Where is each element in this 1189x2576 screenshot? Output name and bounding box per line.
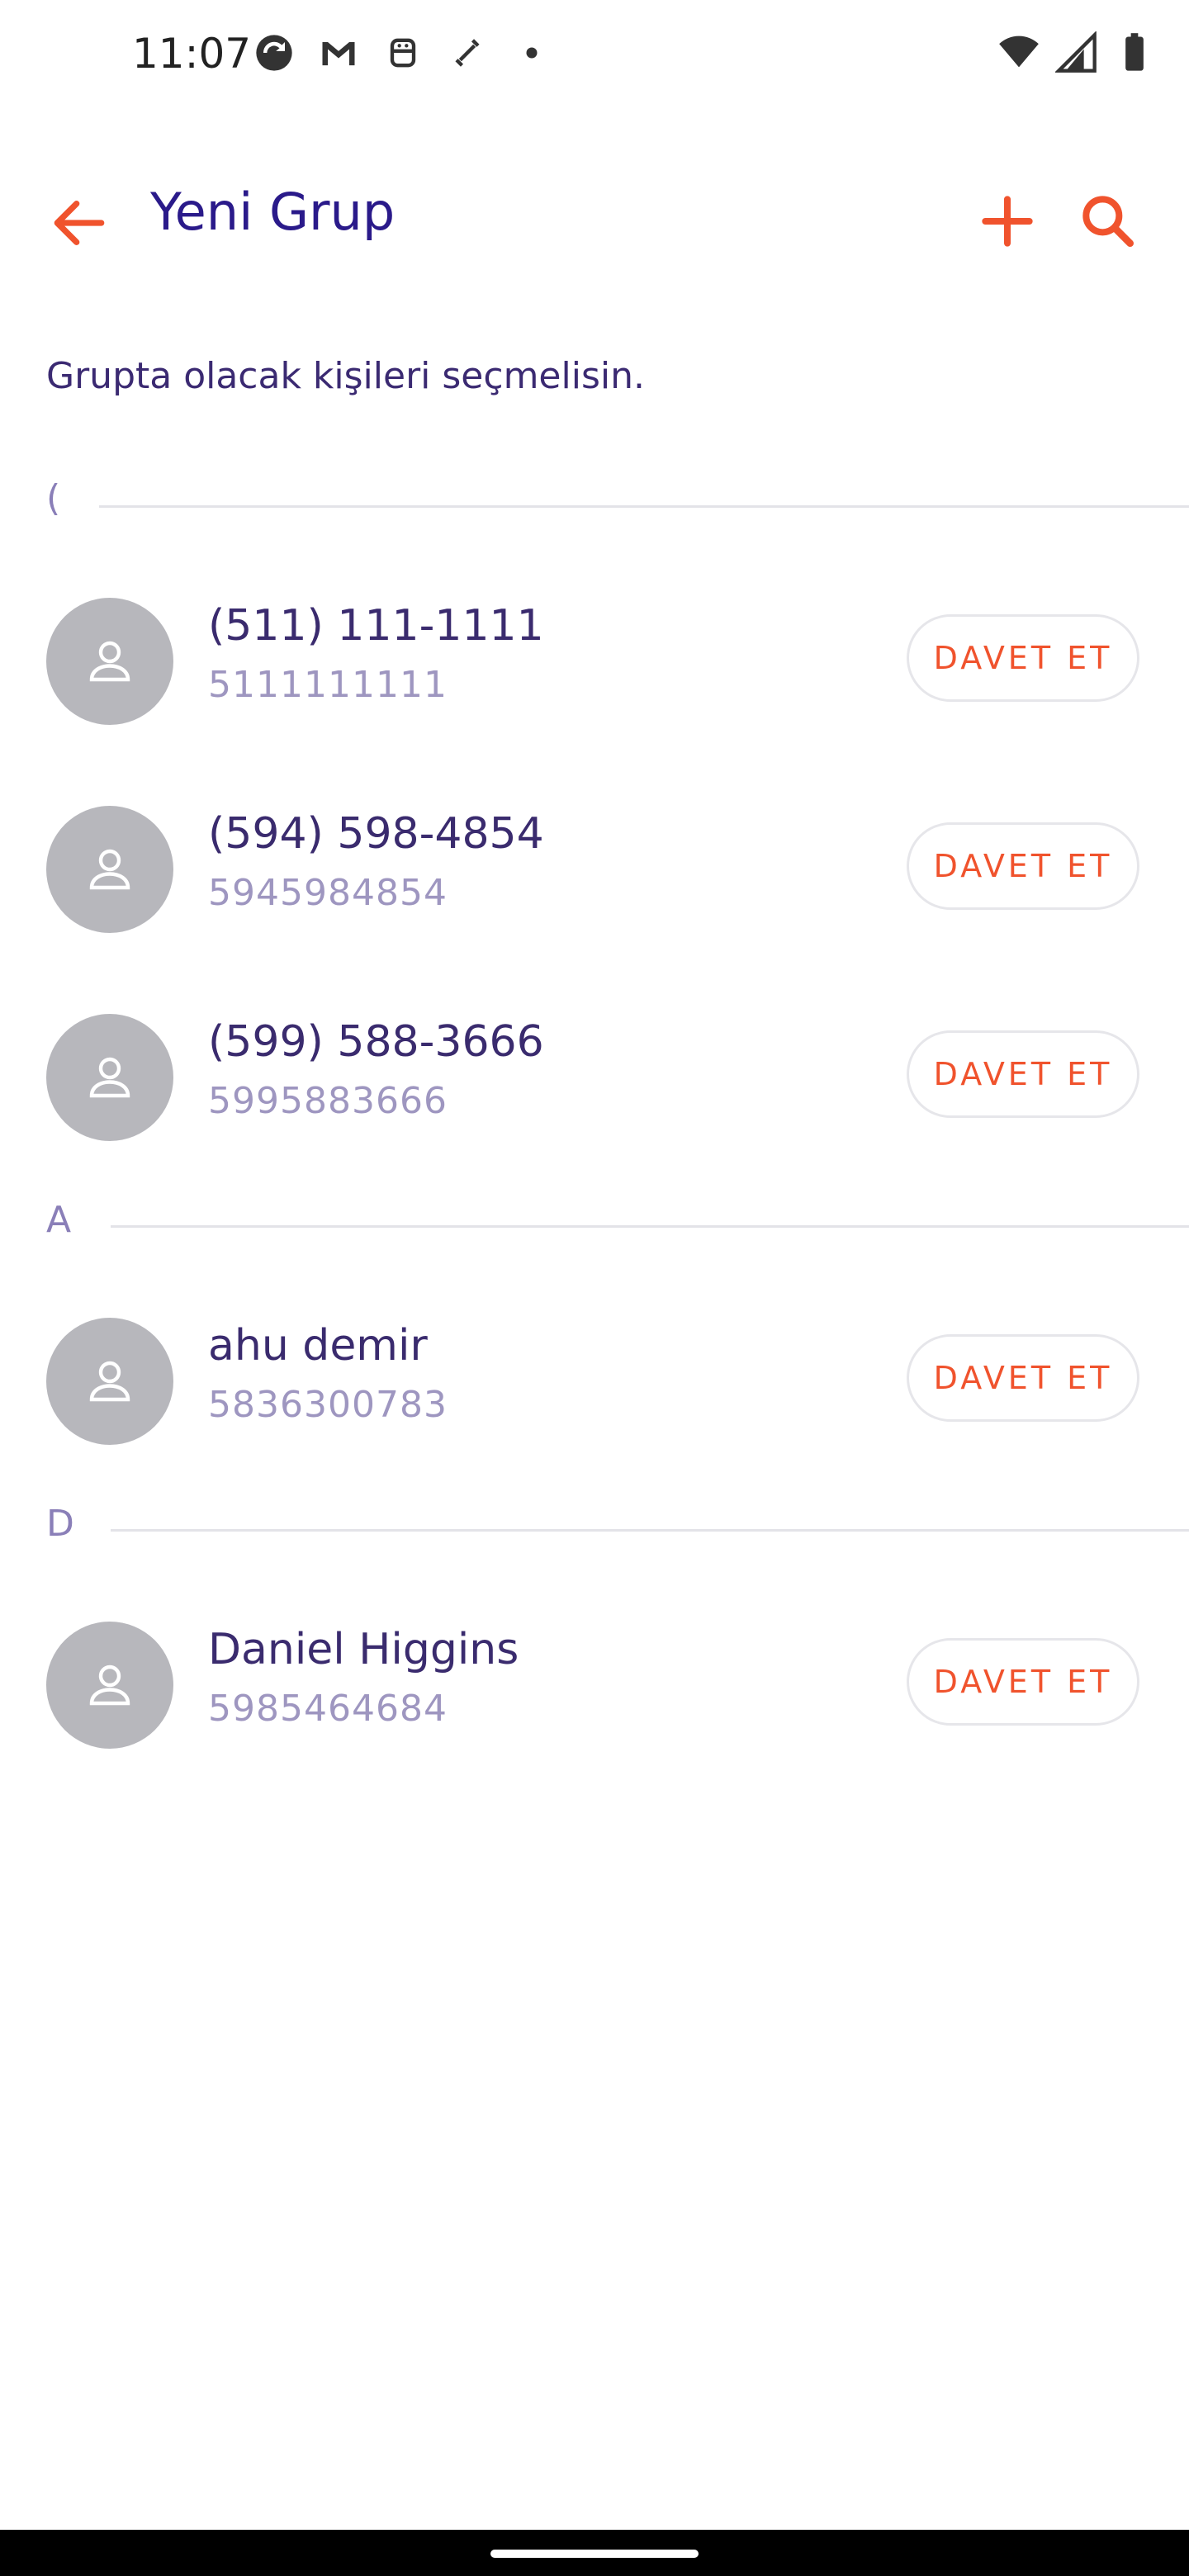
person-icon xyxy=(89,1361,130,1402)
contact-name: (511) 111-1111 xyxy=(208,601,544,651)
section-letter: D xyxy=(46,1503,74,1545)
plus-icon[interactable] xyxy=(974,188,1040,254)
section-divider xyxy=(99,505,1189,508)
page-title: Yeni Grup xyxy=(150,182,396,242)
cell-signal-icon xyxy=(1055,31,1097,73)
android-bot-icon xyxy=(390,38,416,68)
status-bar: 11:07 xyxy=(0,0,1189,112)
contact-name: (599) 588-3666 xyxy=(208,1017,544,1067)
section-header: A xyxy=(0,1199,1189,1265)
invite-button[interactable]: DAVET ET xyxy=(907,822,1139,910)
system-icons xyxy=(997,31,1156,74)
notification-icons xyxy=(253,31,553,74)
contact-number: 5995883666 xyxy=(208,1080,448,1122)
navigation-bar xyxy=(0,2530,1189,2576)
avatar xyxy=(46,1318,173,1445)
contact-name: Daniel Higgins xyxy=(208,1625,519,1674)
section-divider xyxy=(111,1529,1189,1532)
sync-icon xyxy=(256,35,292,71)
section-divider xyxy=(111,1225,1189,1228)
invite-button[interactable]: DAVET ET xyxy=(907,1030,1139,1118)
section-letter: ( xyxy=(46,477,61,519)
gmail-icon xyxy=(322,42,355,66)
contact-name: ahu demir xyxy=(208,1321,428,1371)
contact-number: 5985464684 xyxy=(208,1688,448,1730)
person-icon xyxy=(89,641,130,682)
invite-button[interactable]: DAVET ET xyxy=(907,1334,1139,1422)
person-icon xyxy=(89,1664,130,1706)
section-header: ( xyxy=(0,477,1189,543)
contact-row[interactable]: (599) 588-3666 5995883666 DAVET ET xyxy=(0,1011,1189,1143)
person-icon xyxy=(89,1057,130,1098)
contact-row[interactable]: Daniel Higgins 5985464684 DAVET ET xyxy=(0,1618,1189,1750)
avatar xyxy=(46,598,173,725)
invite-button[interactable]: DAVET ET xyxy=(907,1638,1139,1726)
invite-button[interactable]: DAVET ET xyxy=(907,614,1139,702)
status-time: 11:07 xyxy=(132,30,252,78)
contact-number: 5111111111 xyxy=(208,664,448,706)
section-letter: A xyxy=(46,1199,72,1241)
contact-row[interactable]: ahu demir 5836300783 DAVET ET xyxy=(0,1314,1189,1447)
search-icon[interactable] xyxy=(1075,188,1141,254)
person-icon xyxy=(89,849,130,890)
contact-row[interactable]: (511) 111-1111 5111111111 DAVET ET xyxy=(0,594,1189,727)
avatar xyxy=(46,1014,173,1141)
battery-icon xyxy=(1125,33,1144,71)
contact-name: (594) 598-4854 xyxy=(208,809,544,859)
wifi-icon xyxy=(999,36,1039,68)
phone-link-icon xyxy=(455,39,480,67)
avatar xyxy=(46,1622,173,1749)
app-bar: Yeni Grup xyxy=(0,157,1189,272)
section-header: D xyxy=(0,1503,1189,1569)
avatar xyxy=(46,806,173,933)
dot-icon xyxy=(526,47,538,59)
home-indicator[interactable] xyxy=(490,2550,699,2558)
contact-number: 5945984854 xyxy=(208,872,448,914)
contact-row[interactable]: (594) 598-4854 5945984854 DAVET ET xyxy=(0,803,1189,935)
group-hint-text: Grupta olacak kişileri seçmelisin. xyxy=(46,355,645,397)
arrow-back-icon[interactable] xyxy=(46,190,112,256)
contact-number: 5836300783 xyxy=(208,1384,448,1426)
